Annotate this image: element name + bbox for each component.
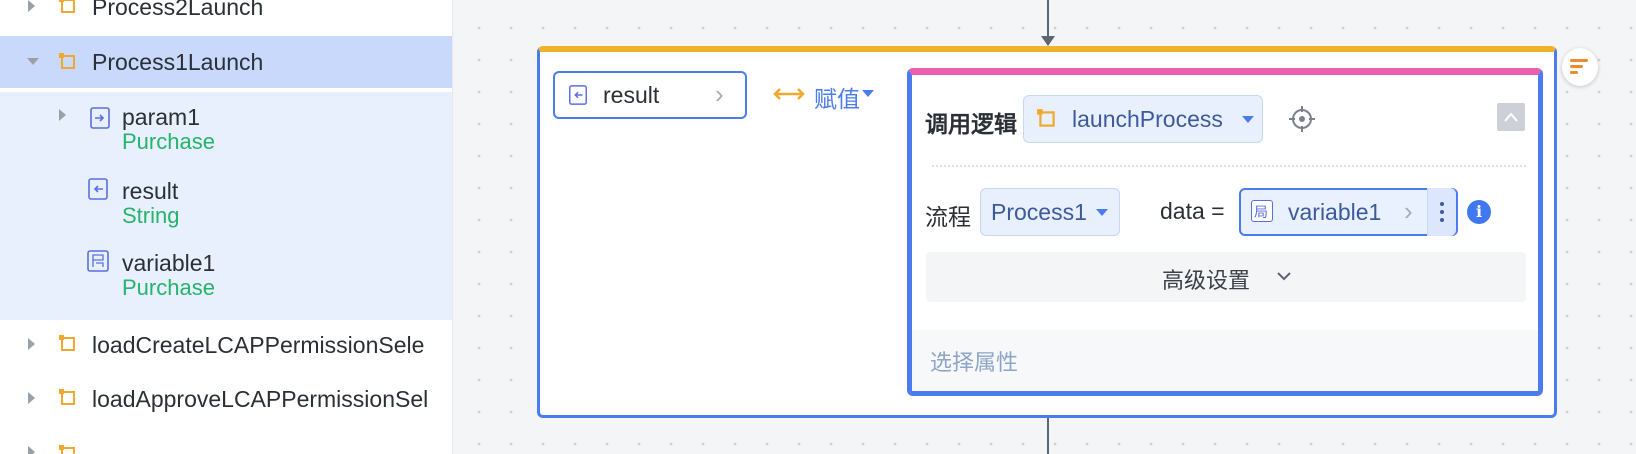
process-select[interactable]: Process1 [980, 188, 1120, 236]
data-param-value-selector[interactable]: 局 variable1 › [1239, 188, 1458, 236]
variable-tag-label: 局 [1254, 204, 1268, 220]
tree-child-type: Purchase [122, 129, 215, 154]
tree-child-result[interactable]: result String [0, 174, 452, 236]
process-value: Process1 [991, 199, 1087, 225]
logic-icon [59, 389, 75, 405]
select-property-label: 选择属性 [930, 350, 1019, 375]
chevron-right-icon: › [1404, 196, 1413, 226]
tree-item-process1launch[interactable]: Process1Launch [0, 36, 452, 88]
divider [932, 165, 1526, 167]
dot [1440, 210, 1444, 214]
tree-child-type: Purchase [122, 275, 215, 300]
caret-right-icon[interactable] [28, 392, 35, 404]
info-glyph: i [1475, 202, 1483, 221]
flow-connector-top [1047, 0, 1049, 36]
logic-icon [59, 335, 75, 351]
assign-arrow-icon [773, 88, 805, 100]
tree-item-loadcreate[interactable]: loadCreateLCAPPermissionSele [0, 318, 452, 370]
select-property-bar[interactable]: 选择属性 [912, 330, 1538, 391]
local-variable-icon [87, 250, 109, 272]
flow-arrow-icon [1041, 36, 1055, 46]
tree-item-label: loadCreateLCAPPermissionSele [92, 332, 425, 358]
advanced-settings-toggle[interactable]: 高级设置 [926, 252, 1526, 302]
left-operand-selector[interactable]: result › [553, 71, 747, 119]
local-variable-icon: 局 [1251, 200, 1273, 222]
process-label: 流程 [925, 204, 971, 230]
advanced-settings-label: 高级设置 [1162, 268, 1251, 293]
tree-child-variable1[interactable]: variable1 Purchase [0, 246, 452, 310]
dot [1440, 202, 1444, 206]
tree-item-label: loadApproveLCAPPermissionSel [92, 386, 429, 412]
tree-child-label: variable1 [122, 250, 216, 276]
tree-item-loadapprove[interactable]: loadApproveLCAPPermissionSel [0, 372, 452, 424]
caret-right-icon[interactable] [28, 338, 35, 350]
tree-child-label: param1 [122, 104, 200, 130]
tree-item-label: Process1Launch [92, 49, 264, 75]
tree-child-type: String [122, 203, 180, 228]
caret-down-icon[interactable] [27, 58, 39, 65]
caret-down-icon [1242, 116, 1254, 123]
logic-icon [59, 53, 75, 69]
caret-down-icon [1096, 209, 1108, 216]
assign-label: 赋值 [814, 86, 860, 112]
result-out-icon [88, 178, 108, 200]
data-param-label: data = [1160, 198, 1225, 224]
logic-icon [59, 445, 75, 454]
call-logic-label: 调用逻辑 [925, 111, 1017, 137]
param-in-icon [90, 107, 110, 129]
menu-lines-icon [1570, 59, 1588, 74]
locate-target-icon[interactable] [1287, 104, 1317, 134]
tree-item-process2launch[interactable]: Process2Launch [0, 0, 452, 32]
data-param-value: variable1 [1288, 199, 1382, 225]
result-out-icon [569, 85, 587, 105]
logic-icon [59, 0, 75, 13]
tree-child-param1[interactable]: param1 Purchase [0, 100, 452, 164]
call-logic-value: launchProcess [1072, 106, 1223, 132]
collapse-button[interactable] [1497, 103, 1525, 131]
tree-item-label: Process2Launch [92, 0, 264, 20]
logic-tree-panel: Process2Launch Process1Launch param1 Pur… [0, 0, 453, 454]
caret-right-icon[interactable] [28, 0, 35, 12]
call-logic-select[interactable]: launchProcess [1023, 95, 1263, 143]
chevron-up-icon [1504, 112, 1518, 122]
node-menu-button[interactable] [1562, 48, 1598, 86]
caret-right-icon[interactable] [28, 446, 35, 454]
dot [1440, 218, 1444, 222]
tree-item-partial[interactable] [0, 428, 452, 454]
chevron-down-icon [1277, 272, 1291, 281]
caret-right-icon[interactable] [59, 109, 66, 121]
caret-down-icon [862, 90, 874, 97]
tree-child-label: result [122, 178, 179, 204]
info-icon[interactable]: i [1467, 200, 1491, 224]
more-options-handle[interactable] [1427, 188, 1456, 236]
left-operand-label: result [603, 82, 660, 108]
chevron-right-icon: › [715, 79, 724, 109]
flow-connector-bottom [1047, 418, 1049, 454]
logic-icon [1037, 109, 1055, 127]
